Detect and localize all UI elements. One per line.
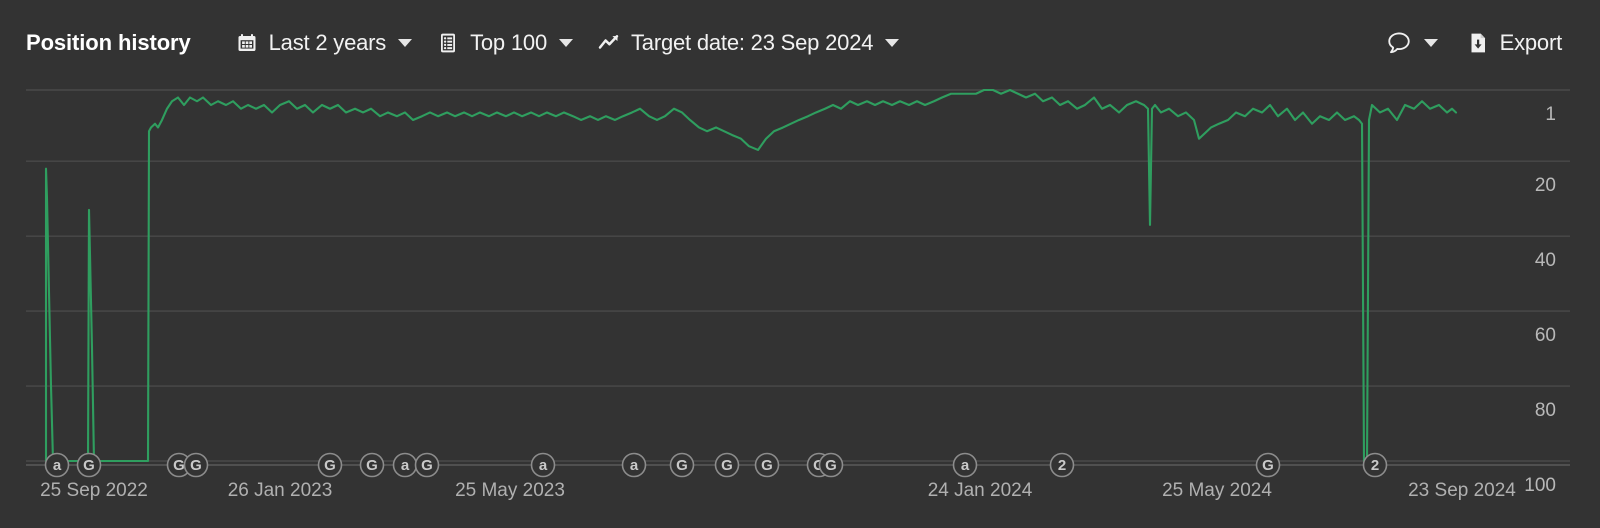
- google-update-marker[interactable]: G: [714, 452, 740, 478]
- chart-y-axis-labels: 1 20 40 60 80 100: [1524, 104, 1556, 496]
- y-axis-tick-label: 60: [1535, 325, 1556, 346]
- event-marker-label: a: [630, 457, 639, 474]
- x-axis-tick-label: 26 Jan 2023: [228, 480, 333, 501]
- chart-series: [44, 88, 1458, 463]
- event-marker-label: a: [539, 457, 548, 474]
- position-history-chart[interactable]: 120406080100 aGGGGGaGaaGGGGGa2G2 25 Sep …: [0, 86, 1600, 528]
- algo-update-marker[interactable]: a: [952, 452, 978, 478]
- position-range-label: Top 100: [470, 30, 547, 55]
- position-history-widget: Position history Last 2 years Top 100 Ta…: [0, 0, 1600, 528]
- event-marker-label: a: [401, 457, 410, 474]
- calendar-icon: [235, 31, 259, 55]
- event-marker-label: G: [190, 457, 202, 474]
- event-marker-label: G: [173, 457, 185, 474]
- event-marker-label: a: [53, 457, 62, 474]
- date-range-selector[interactable]: Last 2 years: [225, 24, 426, 62]
- chevron-down-icon: [885, 39, 900, 47]
- y-axis-tick-label: 40: [1535, 250, 1556, 271]
- google-update-marker[interactable]: G: [754, 452, 780, 478]
- chevron-down-icon: [558, 39, 573, 47]
- event-marker-label: G: [421, 457, 433, 474]
- event-marker-label: G: [324, 457, 336, 474]
- x-axis-tick-label: 25 Sep 2022: [40, 480, 148, 501]
- event-marker-label: G: [366, 457, 378, 474]
- event-marker-label: G: [1262, 457, 1274, 474]
- event-marker-label: 2: [1371, 457, 1379, 474]
- event-marker-label: G: [676, 457, 688, 474]
- target-date-label: Target date: 23 Sep 2024: [630, 30, 874, 55]
- position-range-selector[interactable]: Top 100: [426, 24, 587, 62]
- google-update-marker[interactable]: G: [414, 452, 440, 478]
- algo-update-marker[interactable]: a: [44, 452, 70, 478]
- trend-line-icon: [597, 31, 621, 55]
- y-axis-tick-label: 20: [1535, 175, 1556, 196]
- toolbar-right-group: Export: [1376, 24, 1576, 62]
- x-axis-tick-label: 24 Jan 2024: [928, 480, 1033, 501]
- event-marker-label: a: [961, 457, 970, 474]
- comment-bubble-icon: [1386, 30, 1412, 56]
- google-update-marker[interactable]: G: [1255, 452, 1281, 478]
- chevron-down-icon: [398, 39, 413, 47]
- chart-toolbar: Position history Last 2 years Top 100 Ta…: [0, 0, 1600, 86]
- y-axis-tick-label: 80: [1535, 400, 1556, 421]
- google-update-marker[interactable]: G: [317, 452, 343, 478]
- chart-gridlines: [26, 89, 1570, 462]
- y-axis-tick-label: 100: [1524, 475, 1556, 496]
- multi-update-marker[interactable]: 2: [1362, 452, 1388, 478]
- event-marker-label: 2: [1058, 457, 1066, 474]
- event-marker-label: G: [825, 457, 837, 474]
- chevron-down-icon: [1423, 39, 1438, 47]
- google-update-marker[interactable]: G: [359, 452, 385, 478]
- google-update-marker[interactable]: G: [183, 452, 209, 478]
- page-title: Position history: [26, 30, 191, 55]
- export-button[interactable]: Export: [1456, 24, 1576, 62]
- y-axis-tick-label: 1: [1545, 104, 1556, 125]
- chart-x-axis-labels: 25 Sep 2022 26 Jan 2023 25 May 2023 24 Jan …: [40, 480, 1516, 501]
- google-update-marker[interactable]: G: [818, 452, 844, 478]
- toolbar-controls: Last 2 years Top 100 Target date: 23 Sep…: [225, 24, 914, 62]
- event-marker-label: G: [761, 457, 773, 474]
- download-file-icon: [1466, 31, 1490, 55]
- event-marker-label: G: [721, 457, 733, 474]
- event-marker-label: G: [83, 457, 95, 474]
- algo-update-marker[interactable]: a: [530, 452, 556, 478]
- annotations-selector[interactable]: [1376, 24, 1452, 62]
- position-line: [44, 88, 1458, 463]
- google-update-marker[interactable]: G: [76, 452, 102, 478]
- date-range-label: Last 2 years: [268, 30, 387, 55]
- target-date-selector[interactable]: Target date: 23 Sep 2024: [587, 24, 913, 62]
- x-axis-tick-label: 25 May 2023: [455, 480, 565, 501]
- x-axis-tick-label: 23 Sep 2024: [1408, 480, 1516, 501]
- google-update-marker[interactable]: G: [669, 452, 695, 478]
- export-label: Export: [1499, 30, 1563, 55]
- multi-update-marker[interactable]: 2: [1049, 452, 1075, 478]
- x-axis-tick-label: 25 May 2024: [1162, 480, 1272, 501]
- algo-update-marker[interactable]: a: [621, 452, 647, 478]
- table-list-icon: [436, 31, 460, 55]
- algo-update-marker[interactable]: a: [392, 452, 418, 478]
